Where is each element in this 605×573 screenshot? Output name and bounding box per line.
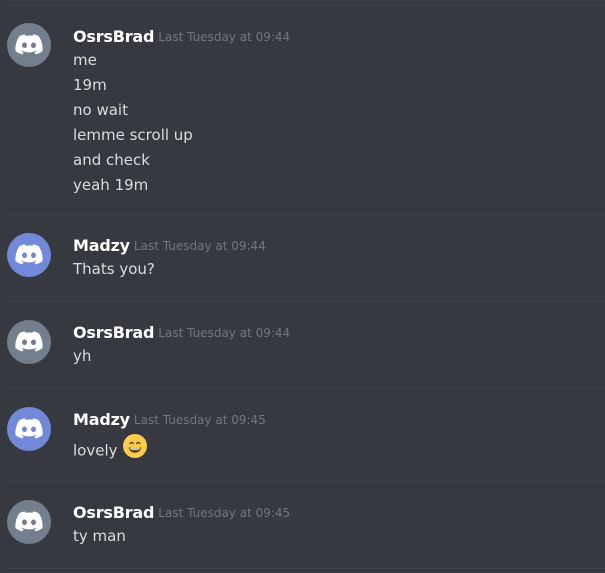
username[interactable]: OsrsBrad — [73, 323, 154, 342]
username[interactable]: OsrsBrad — [73, 503, 154, 522]
message-line: yh — [73, 347, 92, 365]
message-line: yeah 19m — [73, 176, 149, 194]
message-content: lovely — [73, 434, 148, 460]
username[interactable]: Madzy — [73, 236, 130, 255]
timestamp[interactable]: Last Tuesday at 09:44 — [158, 30, 290, 44]
message-line: me — [73, 51, 97, 69]
user-avatar[interactable] — [7, 407, 51, 451]
message-line: no wait — [73, 101, 128, 119]
message-divider — [8, 214, 605, 215]
username[interactable]: Madzy — [73, 410, 130, 429]
chat-message-list: OsrsBrad Last Tuesday at 09:44 me 19m no … — [0, 0, 605, 573]
message-line: 19m — [73, 76, 107, 94]
discord-logo-icon — [15, 418, 43, 439]
message-divider — [8, 301, 605, 302]
message-content: yh — [73, 344, 91, 369]
grinning-face-icon[interactable] — [122, 433, 148, 467]
message-content: me 19m no wait lemme scroll up and check… — [73, 48, 193, 198]
timestamp[interactable]: Last Tuesday at 09:45 — [158, 506, 290, 520]
message-header: OsrsBrad Last Tuesday at 09:45 — [73, 503, 290, 522]
user-avatar[interactable] — [7, 233, 51, 277]
discord-logo-icon — [15, 34, 43, 55]
message-text: lovely — [73, 441, 118, 460]
message-divider — [8, 388, 605, 389]
message-content: Thats you? — [73, 257, 155, 282]
timestamp[interactable]: Last Tuesday at 09:45 — [134, 413, 266, 427]
message-line: ty man — [73, 527, 126, 545]
discord-logo-icon — [15, 244, 43, 265]
user-avatar[interactable] — [7, 500, 51, 544]
username[interactable]: OsrsBrad — [73, 27, 154, 46]
message-line: and check — [73, 151, 150, 169]
message-header: OsrsBrad Last Tuesday at 09:44 — [73, 27, 290, 46]
message-header: Madzy Last Tuesday at 09:45 — [73, 410, 266, 429]
message-line: lovely — [73, 434, 148, 460]
discord-logo-icon — [15, 331, 43, 352]
message-content: ty man — [73, 524, 126, 549]
message-line: Thats you? — [73, 260, 155, 278]
user-avatar[interactable] — [7, 320, 51, 364]
timestamp[interactable]: Last Tuesday at 09:44 — [158, 326, 290, 340]
message-header: Madzy Last Tuesday at 09:44 — [73, 236, 266, 255]
message-header: OsrsBrad Last Tuesday at 09:44 — [73, 323, 290, 342]
message-divider — [8, 481, 605, 482]
message-divider — [8, 5, 605, 6]
message-divider — [8, 568, 605, 569]
timestamp[interactable]: Last Tuesday at 09:44 — [134, 239, 266, 253]
user-avatar[interactable] — [7, 23, 51, 67]
message-line: lemme scroll up — [73, 126, 193, 144]
discord-logo-icon — [15, 511, 43, 532]
